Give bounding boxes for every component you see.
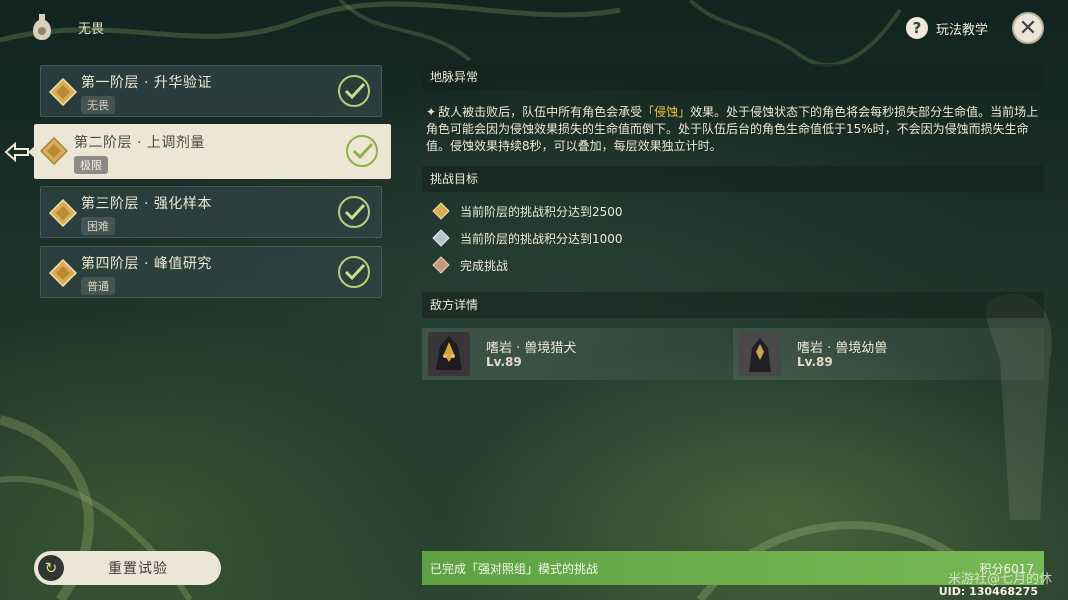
enemy-name: 嗜岩 · 兽境幼兽 [797, 341, 888, 356]
goal-gem-icon [432, 202, 450, 220]
stage-diamond-icon [49, 199, 77, 227]
goal-text: 完成挑战 [460, 258, 509, 273]
mode-title: 无畏 [78, 21, 105, 37]
bottle-icon [33, 14, 51, 40]
close-button[interactable]: ✕ [1012, 12, 1044, 44]
enemies-heading: 敌方详情 [422, 292, 1044, 318]
goal-item: 完成挑战 [432, 256, 508, 274]
goal-item: 当前阶层的挑战积分达到2500 [432, 202, 623, 220]
enemy-level: Lv.89 [797, 355, 833, 369]
help-icon: ? [905, 17, 928, 39]
enemy-portrait [428, 332, 470, 376]
top-bar-left: 无畏 [30, 12, 104, 42]
goal-gem-icon [432, 256, 450, 274]
stage-name: 第一阶层 · 升华验证 [81, 75, 212, 91]
challenge-heading: 挑战目标 [422, 166, 1044, 192]
enemy-card[interactable]: 嗜岩 · 兽境幼兽 Lv.89 [733, 328, 1044, 380]
stage-item-4[interactable]: 第四阶层 · 峰值研究 普通 [40, 246, 382, 298]
enemy-portrait [739, 332, 781, 376]
check-icon [338, 75, 370, 107]
reset-trial-button[interactable]: ↻ 重置试验 [34, 551, 221, 585]
stage-name: 第三阶层 · 强化样本 [81, 196, 212, 212]
desc-text-before: 敌人被击败后，队伍中所有角色会承受 [438, 105, 643, 119]
stage-item-1[interactable]: 第一阶层 · 升华验证 无畏 [40, 65, 382, 117]
goal-item: 当前阶层的挑战积分达到1000 [432, 229, 623, 247]
stage-diamond-icon [49, 78, 77, 106]
top-bar-right: ? 玩法教学 ✕ [905, 12, 1044, 44]
stage-difficulty-badge: 极限 [74, 156, 108, 174]
stage-name: 第二阶层 · 上调剂量 [74, 135, 205, 151]
goal-text: 当前阶层的挑战积分达到1000 [460, 231, 623, 246]
pointer-arrow-icon [4, 141, 36, 163]
stage-item-2[interactable]: 第二阶层 · 上调剂量 极限 [34, 124, 391, 179]
desc-highlight: 「侵蚀」 [642, 105, 691, 119]
goal-gem-icon [432, 229, 450, 247]
completion-text: 已完成「强对照组」模式的挑战 [430, 561, 599, 576]
bullet-icon: ✦ [426, 105, 437, 119]
enemy-card[interactable]: 嗜岩 · 兽境猎犬 Lv.89 [422, 328, 733, 380]
ley-line-description: ✦ 敌人被击败后，队伍中所有角色会承受「侵蚀」效果。处于侵蚀状态下的角色将会每秒损… [426, 104, 1046, 155]
reset-label: 重置试验 [108, 561, 168, 577]
help-button[interactable]: ? 玩法教学 [905, 17, 1002, 39]
check-icon [338, 196, 370, 228]
enemy-name: 嗜岩 · 兽境猎犬 [486, 341, 577, 356]
stage-item-3[interactable]: 第三阶层 · 强化样本 困难 [40, 186, 382, 238]
stage-diamond-icon [49, 259, 77, 287]
stage-difficulty-badge: 无畏 [81, 96, 115, 114]
check-icon [338, 256, 370, 288]
stage-difficulty-badge: 普通 [81, 277, 115, 295]
stage-diamond-icon [40, 137, 68, 165]
uid-label: UID: 130468275 [938, 585, 1038, 598]
stage-name: 第四阶层 · 峰值研究 [81, 256, 212, 272]
ley-line-heading: 地脉异常 [422, 64, 1044, 90]
enemy-list: 嗜岩 · 兽境猎犬 Lv.89 嗜岩 · 兽境幼兽 Lv.89 [422, 328, 1044, 380]
stage-difficulty-badge: 困难 [81, 217, 115, 235]
help-label: 玩法教学 [935, 22, 988, 38]
check-icon [346, 135, 378, 167]
enemy-level: Lv.89 [486, 355, 522, 369]
goal-text: 当前阶层的挑战积分达到2500 [460, 204, 623, 219]
reset-icon: ↻ [38, 555, 64, 581]
close-icon: ✕ [1018, 15, 1038, 41]
